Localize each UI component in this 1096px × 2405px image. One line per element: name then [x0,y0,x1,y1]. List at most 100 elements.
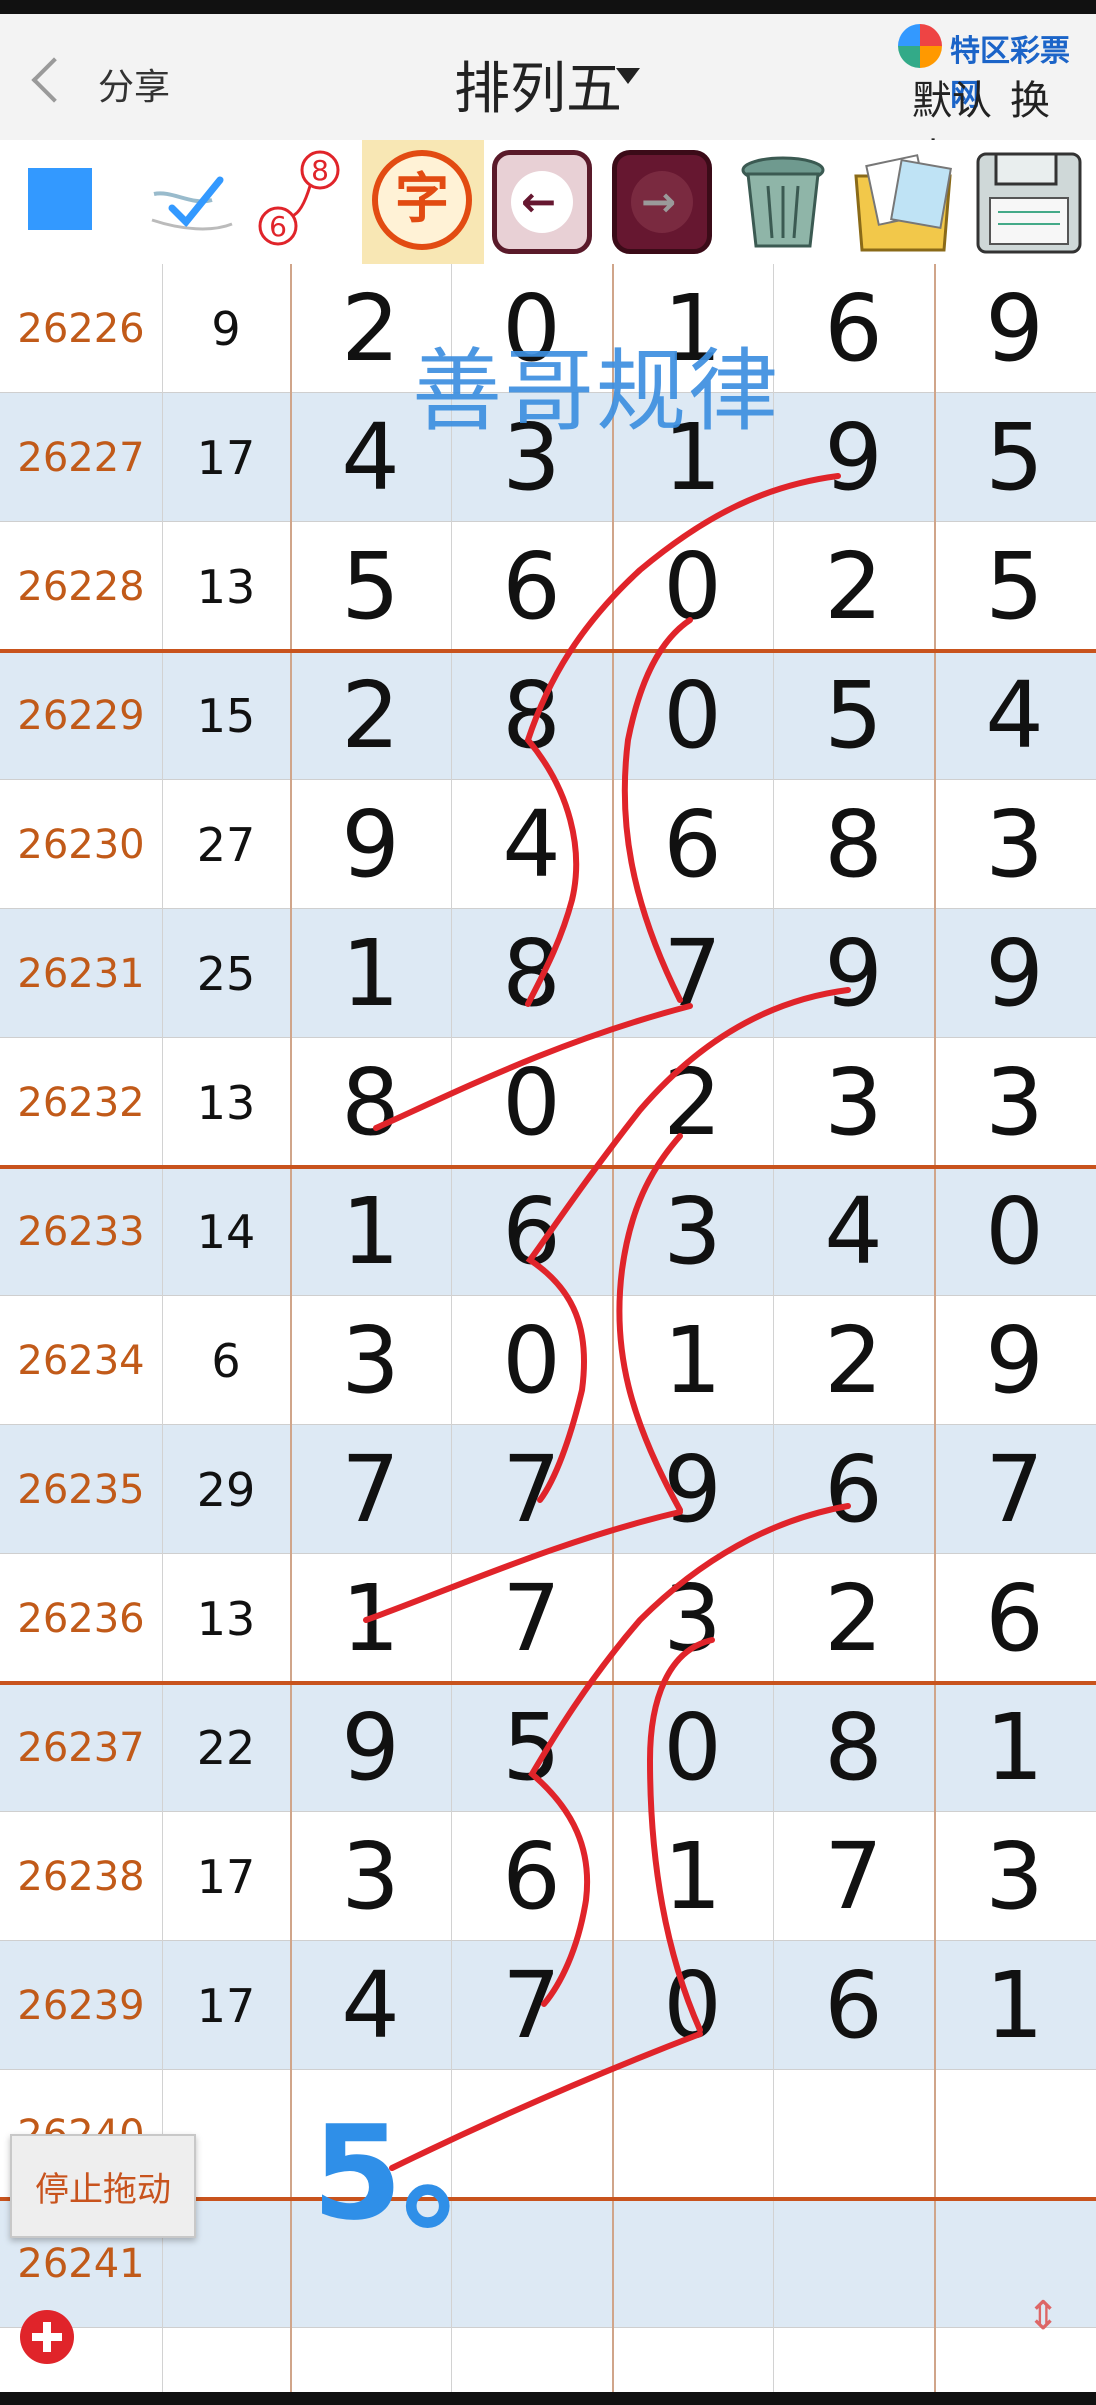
digit-cell[interactable]: 2 [773,1296,934,1425]
digit-cell[interactable] [773,2199,934,2328]
table-row[interactable]: 26235 29 7 7 9 6 7 [0,1425,1096,1554]
table-row[interactable]: 26237 22 9 5 0 8 1 [0,1683,1096,1812]
digit-cell[interactable]: 9 [934,1296,1095,1425]
undo-button[interactable]: ← [492,150,592,254]
digit-cell[interactable]: 7 [290,1425,451,1554]
digit-cell[interactable]: 6 [451,1812,612,1941]
table-row[interactable]: 26238 17 3 6 1 7 3 [0,1812,1096,1941]
digit-cell[interactable]: 7 [773,1812,934,1941]
digit-cell[interactable]: 3 [934,1812,1095,1941]
digit-cell[interactable]: 6 [612,780,773,909]
photo-icon[interactable] [844,146,962,258]
digit-cell[interactable]: 4 [773,1167,934,1296]
digit-cell[interactable]: 3 [773,1038,934,1167]
digit-cell[interactable]: 2 [773,522,934,651]
digit-cell[interactable]: 0 [934,1167,1095,1296]
title-dropdown-icon[interactable] [616,68,640,84]
table-row[interactable]: 26239 17 4 7 0 6 1 [0,1941,1096,2070]
digit-cell[interactable]: 0 [612,1683,773,1812]
digit-cell[interactable] [290,2070,451,2199]
digit-cell[interactable]: 1 [934,1941,1095,2070]
digit-cell[interactable]: 0 [451,1296,612,1425]
digit-cell[interactable]: 9 [773,909,934,1038]
digit-cell[interactable]: 2 [290,651,451,780]
digit-cell[interactable]: 9 [290,1683,451,1812]
digit-cell[interactable]: 7 [451,1554,612,1683]
digit-cell[interactable]: 4 [934,651,1095,780]
digit-cell[interactable]: 4 [451,780,612,909]
save-disk-icon[interactable] [970,146,1088,258]
table-row[interactable]: 26236 13 1 7 3 2 6 [0,1554,1096,1683]
digit-cell[interactable] [612,2199,773,2328]
digit-cell[interactable] [773,2070,934,2199]
back-chevron-icon[interactable] [31,57,77,103]
digit-cell[interactable]: 3 [612,1554,773,1683]
digit-cell[interactable]: 1 [612,1296,773,1425]
pen-tool-icon[interactable] [142,150,238,246]
table-row[interactable]: 26233 14 1 6 3 4 0 [0,1167,1096,1296]
scroll-indicator-icon[interactable]: ⇕ [1018,2296,1068,2374]
digit-cell[interactable]: 1 [290,1554,451,1683]
page-title[interactable]: 排列五 [454,44,622,125]
digit-cell[interactable]: 5 [934,393,1095,522]
digit-cell[interactable]: 7 [451,1425,612,1554]
digit-cell[interactable]: 8 [451,909,612,1038]
digit-cell[interactable]: 3 [612,1167,773,1296]
digit-cell[interactable] [612,2070,773,2199]
table-row[interactable]: 26232 13 8 0 2 3 3 [0,1038,1096,1167]
digit-cell[interactable]: 3 [934,780,1095,909]
digit-cell[interactable]: 6 [934,1554,1095,1683]
number-link-icon[interactable]: 8 6 [258,148,348,248]
digit-cell[interactable]: 5 [451,1683,612,1812]
table-row[interactable]: 26230 27 9 4 6 8 3 [0,780,1096,909]
digit-cell[interactable]: 1 [612,1812,773,1941]
digit-cell[interactable]: 8 [773,1683,934,1812]
digit-cell[interactable]: 9 [934,264,1095,393]
table-row[interactable]: 26228 13 5 6 0 2 5 [0,522,1096,651]
digit-cell[interactable]: 8 [451,651,612,780]
digit-cell[interactable] [451,2199,612,2328]
digit-cell[interactable]: 2 [773,1554,934,1683]
digit-cell[interactable]: 4 [290,1941,451,2070]
digit-cell[interactable]: 1 [290,909,451,1038]
digit-cell[interactable]: 2 [612,1038,773,1167]
digit-cell[interactable]: 3 [934,1038,1095,1167]
digit-cell[interactable]: 9 [934,909,1095,1038]
digit-cell[interactable]: 0 [612,651,773,780]
color-picker-square[interactable] [28,168,92,230]
digit-cell[interactable]: 1 [290,1167,451,1296]
digit-cell[interactable] [934,2070,1095,2199]
digit-cell[interactable]: 3 [290,1812,451,1941]
default-button[interactable]: 默认 [912,78,992,124]
digit-cell[interactable]: 5 [290,522,451,651]
digit-cell[interactable]: 1 [934,1683,1095,1812]
table-row[interactable]: 26229 15 2 8 0 5 4 [0,651,1096,780]
digit-cell[interactable]: 9 [290,780,451,909]
digit-cell[interactable]: 5 [934,522,1095,651]
share-link[interactable]: 分享 [98,58,170,110]
table-row[interactable]: 26234 6 3 0 1 2 9 [0,1296,1096,1425]
add-row-icon[interactable] [20,2310,74,2364]
digit-cell[interactable]: 0 [612,522,773,651]
redo-button[interactable]: → [612,150,712,254]
digit-cell[interactable]: 0 [451,1038,612,1167]
digit-cell[interactable]: 7 [451,1941,612,2070]
digit-cell[interactable]: 6 [773,264,934,393]
draw-chart-table[interactable]: 26226 9 2 0 1 6 9 26227 17 4 3 1 9 5 26228 13 5 6 0 2 5 26229… [0,264,1096,2392]
digit-cell[interactable]: 9 [773,393,934,522]
digit-cell[interactable]: 6 [773,1425,934,1554]
digit-cell[interactable] [451,2070,612,2199]
digit-cell[interactable] [934,2199,1095,2328]
table-row[interactable]: 26231 25 1 8 7 9 9 [0,909,1096,1038]
digit-cell[interactable]: 6 [451,522,612,651]
digit-cell[interactable]: 8 [290,1038,451,1167]
digit-cell[interactable]: 7 [612,909,773,1038]
stop-drag-button[interactable]: 停止拖动 [10,2134,196,2238]
digit-cell[interactable]: 3 [290,1296,451,1425]
digit-cell[interactable]: 5 [773,651,934,780]
digit-cell[interactable]: 8 [773,780,934,909]
digit-cell[interactable]: 6 [451,1167,612,1296]
trash-icon[interactable] [728,146,838,258]
digit-cell[interactable]: 6 [773,1941,934,2070]
digit-cell[interactable]: 0 [612,1941,773,2070]
